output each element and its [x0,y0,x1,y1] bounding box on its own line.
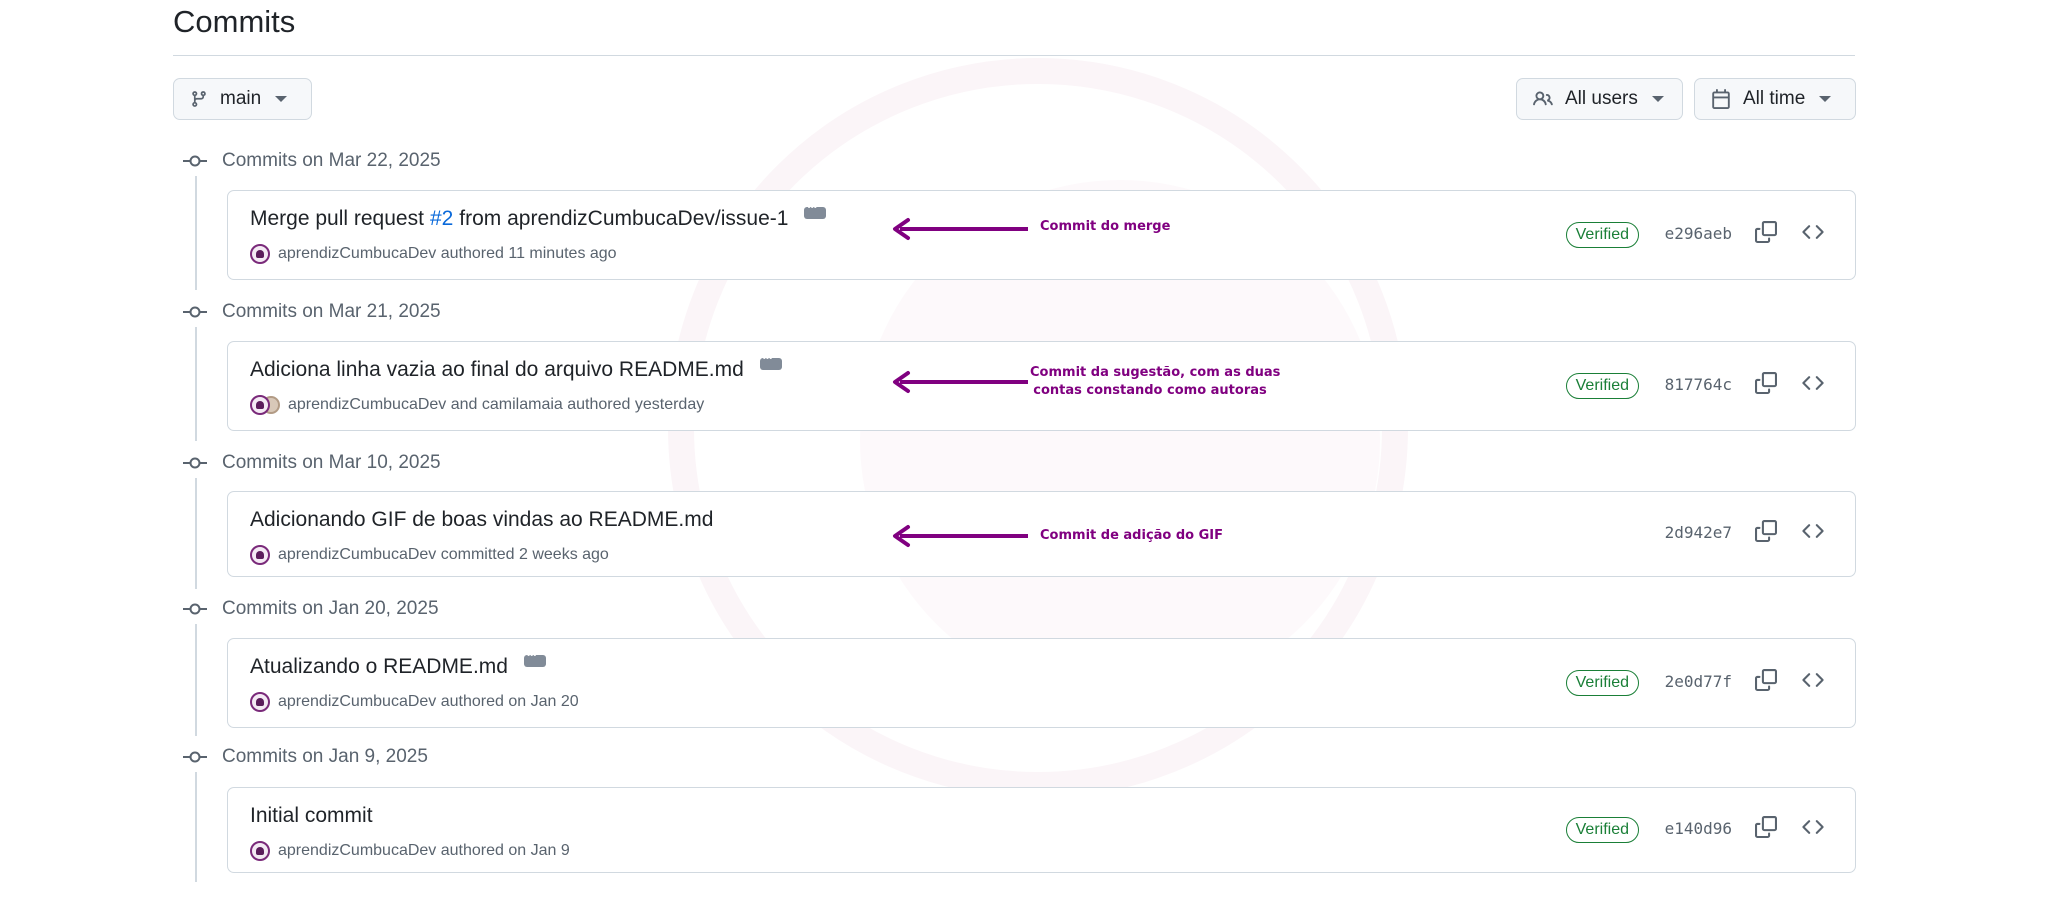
annotation-merge: Commit do merge [1040,219,1171,234]
branch-selector[interactable]: main [173,78,312,120]
commit-meta: aprendizCumbucaDev authored on Jan 20 [250,692,579,712]
commit-title-text[interactable]: Atualizando o README.md [250,655,508,679]
commit-meta: aprendizCumbucaDev authored on Jan 9 [250,841,570,861]
avatar[interactable] [250,692,270,712]
commit-title-text[interactable]: from aprendizCumbucaDev/issue-1 [459,207,788,231]
annotation-arrow-merge [893,218,1028,240]
time-filter[interactable]: All time [1694,78,1856,120]
git-commit-icon [183,306,207,318]
commit-meta-text: aprendizCumbucaDev committed 2 weeks ago [278,546,609,563]
timeline-line [195,772,197,882]
users-filter-label: All users [1565,88,1638,109]
users-filter[interactable]: All users [1516,78,1683,120]
code-icon[interactable] [1801,372,1825,394]
title-divider [173,55,1855,56]
avatar[interactable] [250,395,270,415]
commit-sha[interactable]: 817764c [1665,375,1732,394]
git-commit-icon [183,457,207,469]
commit-title[interactable]: Atualizando o README.md [250,650,546,679]
annotation-arrow-gif [893,525,1028,547]
timeline-line [195,327,197,441]
annotation-gif: Commit de adição do GIF [1040,528,1224,543]
annotation-suggestion-line2: contas constando como autoras [1033,383,1267,398]
commit-sha[interactable]: 2e0d77f [1665,672,1732,691]
git-commit-icon [183,603,207,615]
commit-group-header: Commits on Mar 21, 2025 [182,297,441,327]
ellipsis-button[interactable] [759,353,782,370]
commit-title[interactable]: Merge pull request #2 from aprendizCumbu… [250,202,827,231]
page-title: Commits [173,4,296,39]
commit-title[interactable]: Initial commit [250,804,373,828]
verified-badge[interactable]: Verified [1565,373,1639,399]
commit-group-header: Commits on Mar 22, 2025 [182,146,441,176]
avatar[interactable] [250,244,270,264]
ellipsis-button[interactable] [523,650,546,667]
annotation-suggestion-line1: Commit da sugestão, com as duas [1030,365,1281,380]
commit-group-date: Commits on Mar 21, 2025 [222,301,441,322]
commit-group-date: Commits on Mar 10, 2025 [222,452,441,473]
commit-group-date: Commits on Mar 22, 2025 [222,150,441,171]
code-icon[interactable] [1801,669,1825,691]
code-icon[interactable] [1801,221,1825,243]
commit-title-text[interactable]: Merge pull request [250,207,424,231]
commit-meta: aprendizCumbucaDev and camilamaia author… [250,395,704,415]
avatar[interactable] [250,841,270,861]
commit-meta-text: aprendizCumbucaDev and camilamaia author… [288,396,705,413]
code-icon[interactable] [1801,520,1825,542]
timeline-line [195,176,197,290]
verified-badge[interactable]: Verified [1565,817,1639,843]
commit-group-date: Commits on Jan 20, 2025 [222,598,439,619]
commit-meta: aprendizCumbucaDev committed 2 weeks ago [250,545,609,565]
commit-card: Initial commit aprendizCumbucaDev author… [227,787,1856,873]
verified-badge[interactable]: Verified [1565,222,1639,248]
commit-meta-text: aprendizCumbucaDev authored 11 minutes a… [278,245,617,262]
copy-icon[interactable] [1755,520,1777,542]
commit-title-text[interactable]: Adiciona linha vazia ao final do arquivo… [250,358,744,382]
annotation-suggestion: Commit da sugestão, com as duas contas c… [1030,364,1281,400]
commit-group-date: Commits on Jan 9, 2025 [222,746,428,767]
commit-sha[interactable]: e296aeb [1665,224,1732,243]
commit-meta-text: aprendizCumbucaDev authored on Jan 9 [278,842,570,859]
chevron-down-icon [1819,96,1832,102]
annotation-arrow-suggestion [893,371,1028,393]
people-icon [1533,91,1553,106]
git-branch-icon [192,91,206,107]
ellipsis-button[interactable] [804,202,827,219]
timeline-line [195,624,197,736]
time-filter-label: All time [1743,88,1806,109]
commit-title-text[interactable]: Initial commit [250,804,373,828]
commit-meta-text: aprendizCumbucaDev authored on Jan 20 [278,693,579,710]
commit-sha[interactable]: e140d96 [1665,819,1732,838]
copy-icon[interactable] [1755,669,1777,691]
chevron-down-icon [275,96,288,102]
branch-label: main [220,88,262,109]
chevron-down-icon [1651,96,1664,102]
pull-request-link[interactable]: #2 [430,207,453,231]
commit-meta: aprendizCumbucaDev authored 11 minutes a… [250,244,617,264]
commit-group-header: Commits on Jan 20, 2025 [182,594,439,624]
commit-title-text[interactable]: Adicionando GIF de boas vindas ao README… [250,508,713,532]
git-commit-icon [183,155,207,167]
copy-icon[interactable] [1755,221,1777,243]
verified-badge[interactable]: Verified [1565,670,1639,696]
commit-group-header: Commits on Mar 10, 2025 [182,448,441,478]
timeline-line [195,478,197,589]
avatar[interactable] [250,545,270,565]
copy-icon[interactable] [1755,816,1777,838]
commit-sha[interactable]: 2d942e7 [1665,523,1732,542]
commit-card: Atualizando o README.md aprendizCumbucaD… [227,638,1856,728]
code-icon[interactable] [1801,816,1825,838]
copy-icon[interactable] [1755,372,1777,394]
commit-group-header: Commits on Jan 9, 2025 [182,742,428,772]
git-commit-icon [183,751,207,763]
calendar-icon [1712,89,1730,109]
avatar-stack[interactable] [250,395,280,415]
commit-title[interactable]: Adiciona linha vazia ao final do arquivo… [250,353,782,382]
commit-title[interactable]: Adicionando GIF de boas vindas ao README… [250,508,713,532]
